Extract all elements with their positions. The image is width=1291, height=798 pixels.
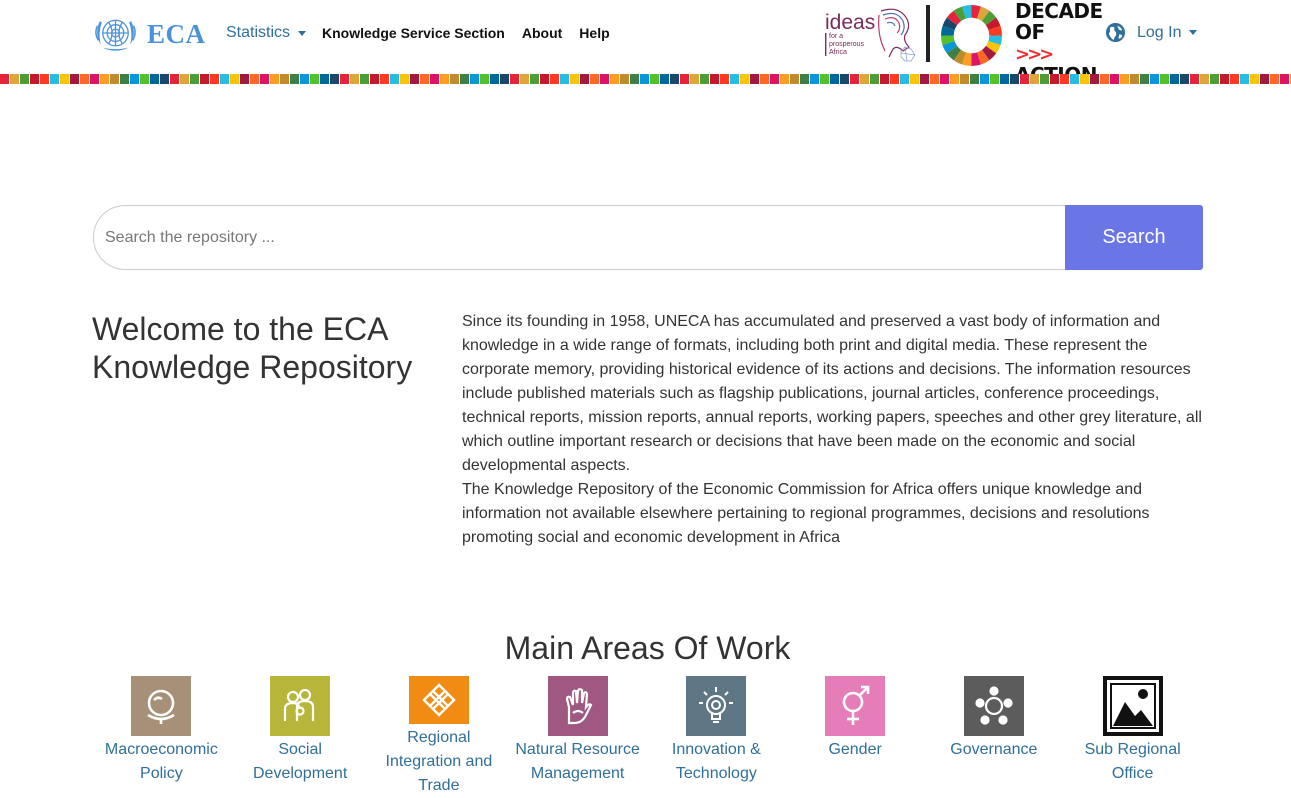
area-regional-integration[interactable]: Regional Integration and Trade bbox=[370, 676, 509, 798]
area-label: Natural Resource Management bbox=[515, 741, 640, 782]
area-sub-regional-office[interactable]: Sub Regional Office bbox=[1063, 676, 1202, 798]
globe-stand-icon bbox=[147, 689, 176, 724]
areas-list: Macroeconomic Policy Social Development … bbox=[92, 676, 1202, 798]
area-icon-box bbox=[408, 676, 469, 724]
ideas-tagline-2: prosperous bbox=[829, 41, 865, 48]
image-icon bbox=[1102, 676, 1163, 736]
logo-text: ECA bbox=[147, 18, 206, 49]
area-governance[interactable]: Governance bbox=[925, 676, 1064, 798]
search-button[interactable]: Search bbox=[1065, 205, 1203, 270]
search-input[interactable] bbox=[93, 205, 1065, 270]
main-nav: Statistics Knowledge Service Section Abo… bbox=[226, 0, 627, 66]
nav-knowledge-service[interactable]: Knowledge Service Section bbox=[322, 25, 505, 41]
decade-line-1: DECADE bbox=[1015, 0, 1103, 23]
area-label: Gender bbox=[828, 741, 882, 758]
welcome-title: Welcome to the ECA Knowledge Repository bbox=[92, 311, 413, 385]
area-innovation-technology[interactable]: Innovation & Technology bbox=[647, 676, 786, 798]
areas-title: Main Areas Of Work bbox=[504, 630, 791, 666]
area-icon-box bbox=[825, 676, 886, 736]
login-label: Log In bbox=[1137, 23, 1182, 41]
area-label: Governance bbox=[950, 741, 1038, 758]
ideas-for-prosperous-africa-logo: ideas for a prosperous Africa bbox=[825, 8, 916, 62]
eca-logo[interactable]: ECA bbox=[92, 12, 206, 56]
decade-line-2: OF bbox=[1015, 20, 1045, 44]
decade-arrows: >>> bbox=[1015, 44, 1054, 65]
area-label: Sub Regional Office bbox=[1084, 741, 1181, 782]
area-label: Social Development bbox=[252, 741, 348, 782]
sdg-wheel-icon bbox=[940, 4, 1003, 67]
lightbulb-icon bbox=[699, 687, 734, 723]
intro-text: Since its founding in 1958, UNECA has ac… bbox=[462, 310, 1207, 550]
people-icon bbox=[284, 688, 315, 721]
intro-paragraph-2: The Knowledge Repository of the Economic… bbox=[462, 481, 1150, 546]
ideas-tagline-1: for a bbox=[829, 33, 843, 40]
nav-statistics-label: Statistics bbox=[226, 24, 291, 41]
area-icon-box bbox=[1102, 676, 1163, 736]
globe-icon bbox=[1105, 22, 1126, 43]
area-natural-resource-management[interactable]: Natural Resource Management bbox=[508, 676, 647, 798]
sdg-color-strip bbox=[0, 74, 1291, 84]
hand-icon bbox=[565, 688, 592, 725]
ideas-tagline-3: Africa bbox=[829, 49, 847, 56]
nav-about[interactable]: About bbox=[522, 25, 562, 41]
area-macroeconomic-policy[interactable]: Macroeconomic Policy bbox=[92, 676, 231, 798]
area-icon-box bbox=[963, 676, 1024, 736]
area-label: Innovation & Technology bbox=[671, 741, 761, 782]
area-label: Regional Integration and Trade bbox=[385, 729, 493, 794]
ideas-word: ideas bbox=[825, 11, 875, 34]
search-form: Search bbox=[93, 205, 1203, 270]
area-icon-box bbox=[686, 676, 747, 736]
area-label: Macroeconomic Policy bbox=[104, 741, 218, 782]
caret-down-icon bbox=[298, 30, 307, 36]
nav-help[interactable]: Help bbox=[579, 25, 609, 41]
network-icon bbox=[975, 686, 1013, 725]
knot-icon bbox=[422, 683, 456, 717]
gender-icon bbox=[842, 685, 870, 725]
login-dropdown[interactable]: Log In bbox=[1105, 22, 1198, 43]
area-gender[interactable]: Gender bbox=[786, 676, 925, 798]
header-divider bbox=[926, 5, 930, 62]
area-icon-box bbox=[131, 676, 192, 736]
caret-down-icon bbox=[1189, 30, 1198, 35]
site-header: ECA Statistics Knowledge Service Section… bbox=[0, 0, 1291, 86]
un-emblem-icon bbox=[95, 19, 136, 51]
intro-paragraph-1: Since its founding in 1958, UNECA has ac… bbox=[462, 313, 1202, 474]
area-icon-box bbox=[270, 676, 331, 736]
nav-statistics-dropdown[interactable]: Statistics bbox=[226, 24, 307, 42]
area-social-development[interactable]: Social Development bbox=[231, 676, 370, 798]
area-icon-box bbox=[547, 676, 608, 736]
